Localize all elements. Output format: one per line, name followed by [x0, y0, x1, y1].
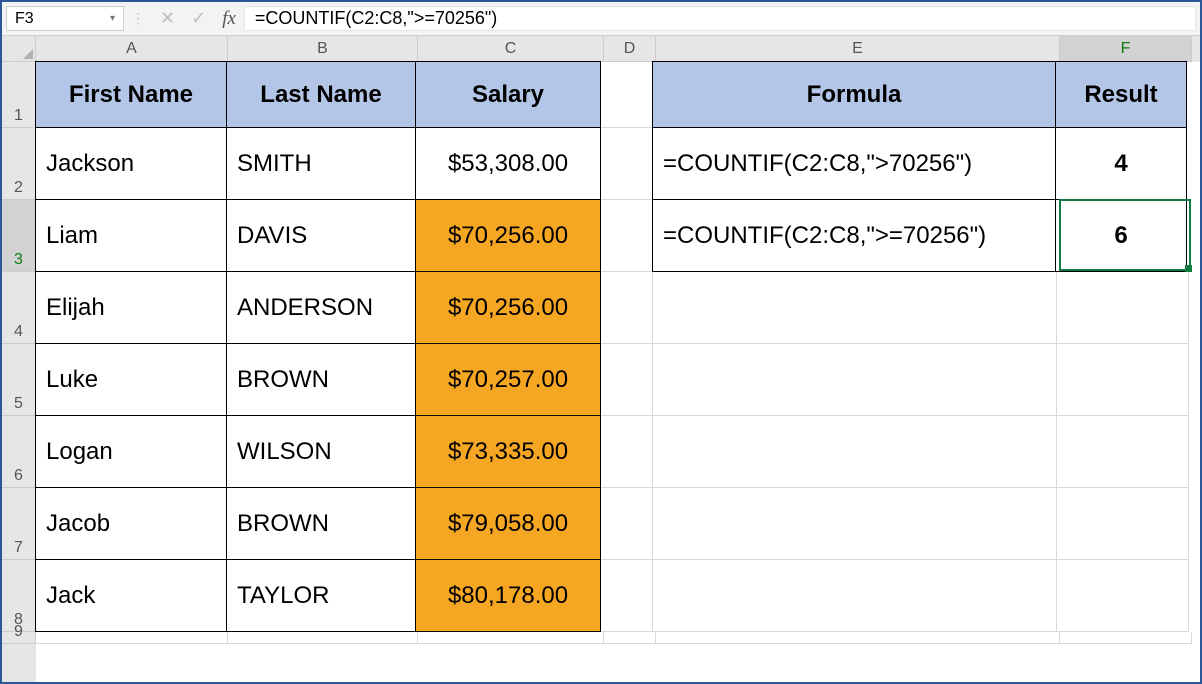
- cell-D4[interactable]: [601, 272, 653, 344]
- column-header-F[interactable]: F: [1060, 36, 1192, 62]
- row-header-1[interactable]: 1: [2, 62, 36, 128]
- column-headers: ABCDEF: [36, 36, 1200, 62]
- cell-salary[interactable]: $73,335.00: [415, 415, 601, 488]
- cell-F8[interactable]: [1057, 560, 1189, 632]
- cell-D6[interactable]: [601, 416, 653, 488]
- cell-first-name[interactable]: Elijah: [35, 271, 227, 344]
- cell-first-name[interactable]: Logan: [35, 415, 227, 488]
- cell-last-name[interactable]: DAVIS: [226, 199, 416, 272]
- select-all-corner[interactable]: [2, 36, 36, 62]
- cell-E8[interactable]: [653, 560, 1057, 632]
- cancel-icon[interactable]: ✕: [160, 8, 175, 29]
- cell-D8[interactable]: [601, 560, 653, 632]
- cell-last-name[interactable]: TAYLOR: [226, 559, 416, 632]
- column-header-E[interactable]: E: [656, 36, 1060, 62]
- cell-salary[interactable]: $70,256.00: [415, 199, 601, 272]
- header-first-name[interactable]: First Name: [35, 61, 227, 128]
- table-row: [36, 632, 1200, 644]
- enter-icon[interactable]: ✓: [191, 8, 206, 29]
- formula-bar-divider-icon: ⋮: [124, 2, 152, 35]
- header-result[interactable]: Result: [1055, 61, 1187, 128]
- column-header-B[interactable]: B: [228, 36, 418, 62]
- formula-bar: F3 ▾ ⋮ ✕ ✓ fx =COUNTIF(C2:C8,">=70256"): [2, 2, 1200, 36]
- name-box-dropdown-icon[interactable]: ▾: [110, 13, 115, 24]
- cell-salary[interactable]: $70,256.00: [415, 271, 601, 344]
- cell-first-name[interactable]: Liam: [35, 199, 227, 272]
- cell-salary[interactable]: $79,058.00: [415, 487, 601, 560]
- excel-window: F3 ▾ ⋮ ✕ ✓ fx =COUNTIF(C2:C8,">=70256") …: [0, 0, 1202, 684]
- cell-D2[interactable]: [601, 128, 653, 200]
- cell-last-name[interactable]: BROWN: [226, 343, 416, 416]
- row-header-7[interactable]: 7: [2, 488, 36, 560]
- table-row: JacobBROWN$79,058.00: [36, 488, 1200, 560]
- cell-salary[interactable]: $80,178.00: [415, 559, 601, 632]
- row-header-5[interactable]: 5: [2, 344, 36, 416]
- row-header-3[interactable]: 3: [2, 200, 36, 272]
- cell-row9-5[interactable]: [1060, 632, 1192, 644]
- table-row: LiamDAVIS$70,256.00 =COUNTIF(C2:C8,">=702…: [36, 200, 1200, 272]
- row-header-8[interactable]: 8: [2, 560, 36, 632]
- header-formula[interactable]: Formula: [652, 61, 1056, 128]
- cell-first-name[interactable]: Jacob: [35, 487, 227, 560]
- table-row: LoganWILSON$73,335.00: [36, 416, 1200, 488]
- cell-result[interactable]: 4: [1055, 127, 1187, 200]
- row-header-6[interactable]: 6: [2, 416, 36, 488]
- cell-last-name[interactable]: SMITH: [226, 127, 416, 200]
- column-header-D[interactable]: D: [604, 36, 656, 62]
- row-headers: 123456789: [2, 62, 36, 682]
- cell-E7[interactable]: [653, 488, 1057, 560]
- header-last-name[interactable]: Last Name: [226, 61, 416, 128]
- fx-icon[interactable]: fx: [222, 8, 236, 30]
- cell-F7[interactable]: [1057, 488, 1189, 560]
- cell-F6[interactable]: [1057, 416, 1189, 488]
- table-row: ElijahANDERSON$70,256.00: [36, 272, 1200, 344]
- cell-last-name[interactable]: BROWN: [226, 487, 416, 560]
- table-row: JacksonSMITH$53,308.00 =COUNTIF(C2:C8,">7…: [36, 128, 1200, 200]
- cell-E4[interactable]: [653, 272, 1057, 344]
- cell-E5[interactable]: [653, 344, 1057, 416]
- cell-D1[interactable]: [601, 62, 653, 128]
- formula-input-value: =COUNTIF(C2:C8,">=70256"): [255, 8, 497, 29]
- cell-first-name[interactable]: Jack: [35, 559, 227, 632]
- header-salary[interactable]: Salary: [415, 61, 601, 128]
- cell-D3[interactable]: [601, 200, 653, 272]
- cell-result[interactable]: 6: [1055, 199, 1187, 272]
- cells-area[interactable]: First NameLast NameSalaryFormulaResultJa…: [36, 62, 1200, 682]
- worksheet-grid: ABCDEF 123456789 First NameLast NameSala…: [2, 36, 1200, 682]
- cell-first-name[interactable]: Luke: [35, 343, 227, 416]
- cell-D5[interactable]: [601, 344, 653, 416]
- cell-row9-1[interactable]: [228, 632, 418, 644]
- row-header-4[interactable]: 4: [2, 272, 36, 344]
- cell-first-name[interactable]: Jackson: [35, 127, 227, 200]
- cell-last-name[interactable]: WILSON: [226, 415, 416, 488]
- cell-row9-0[interactable]: [36, 632, 228, 644]
- cell-E6[interactable]: [653, 416, 1057, 488]
- cell-F4[interactable]: [1057, 272, 1189, 344]
- cell-F5[interactable]: [1057, 344, 1189, 416]
- column-header-A[interactable]: A: [36, 36, 228, 62]
- table-row: First NameLast NameSalary FormulaResult: [36, 62, 1200, 128]
- table-row: JackTAYLOR$80,178.00: [36, 560, 1200, 632]
- cell-last-name[interactable]: ANDERSON: [226, 271, 416, 344]
- cell-salary[interactable]: $70,257.00: [415, 343, 601, 416]
- cell-row9-2[interactable]: [418, 632, 604, 644]
- cell-formula[interactable]: =COUNTIF(C2:C8,">=70256"): [652, 199, 1056, 272]
- formula-input[interactable]: =COUNTIF(C2:C8,">=70256"): [244, 6, 1196, 31]
- column-header-C[interactable]: C: [418, 36, 604, 62]
- cell-row9-4[interactable]: [656, 632, 1060, 644]
- cell-formula[interactable]: =COUNTIF(C2:C8,">70256"): [652, 127, 1056, 200]
- name-box[interactable]: F3 ▾: [6, 6, 124, 31]
- name-box-value: F3: [15, 10, 34, 28]
- row-header-9[interactable]: 9: [2, 632, 36, 644]
- cell-D7[interactable]: [601, 488, 653, 560]
- row-header-2[interactable]: 2: [2, 128, 36, 200]
- cell-salary[interactable]: $53,308.00: [415, 127, 601, 200]
- table-row: LukeBROWN$70,257.00: [36, 344, 1200, 416]
- cell-row9-3[interactable]: [604, 632, 656, 644]
- formula-bar-buttons: ✕ ✓ fx: [152, 2, 244, 35]
